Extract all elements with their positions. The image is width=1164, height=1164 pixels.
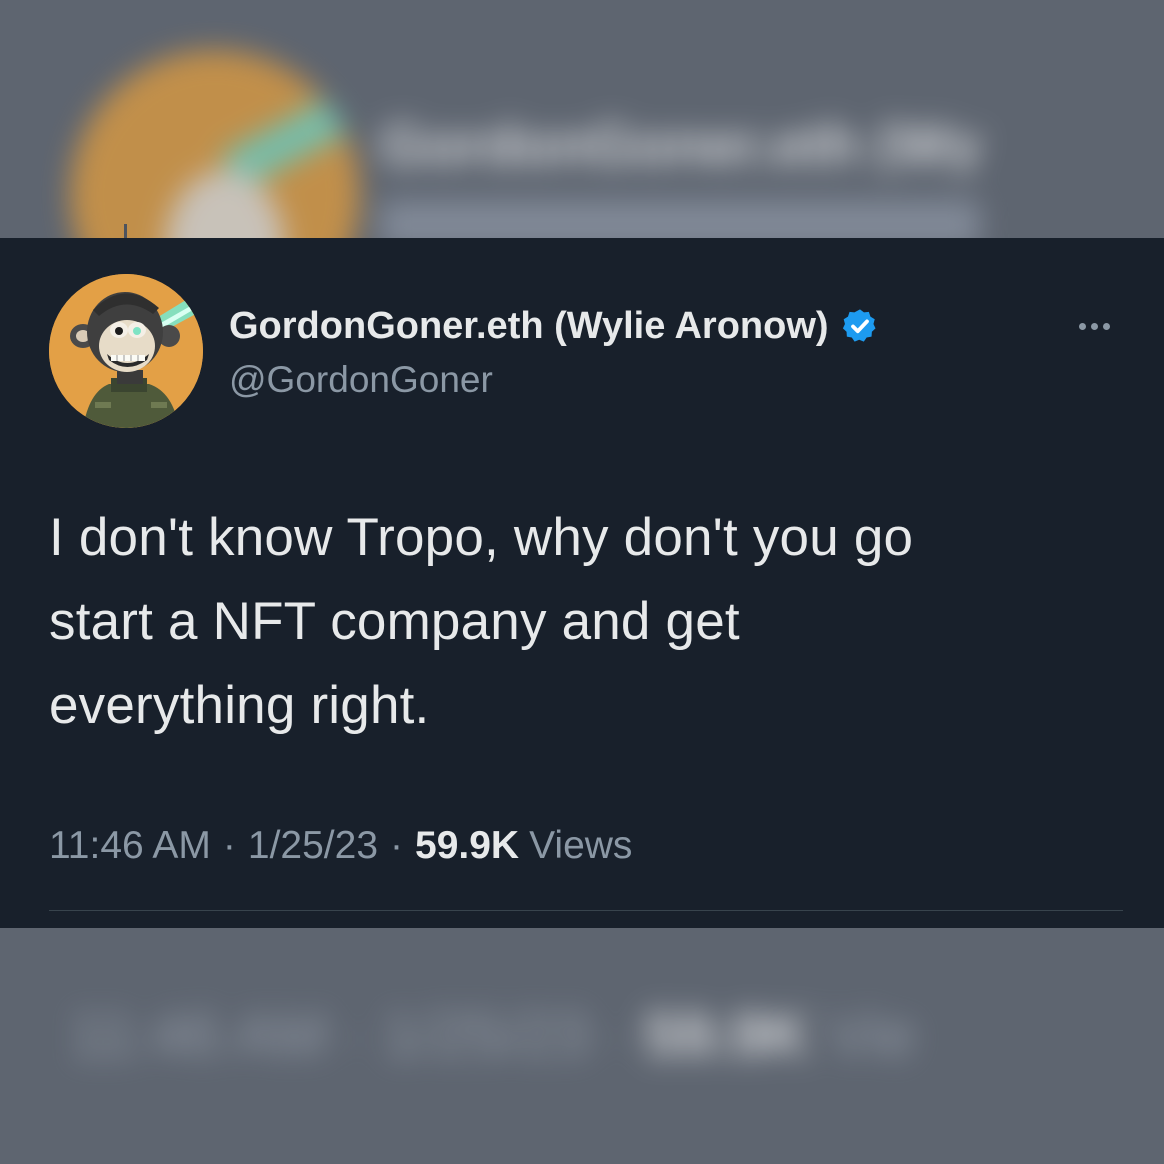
tweet-text-line: everything right. — [49, 676, 430, 735]
divider — [49, 910, 1123, 911]
views-label[interactable]: Views — [529, 824, 632, 868]
backdrop-time: 11:46 AM — [70, 1001, 328, 1070]
more-options-icon — [1090, 322, 1098, 330]
tweet-card: GordonGoner.eth (Wylie Aronow) @GordonGo… — [0, 238, 1164, 928]
backdrop-views-count: 59.9K — [644, 1001, 810, 1070]
author-handle[interactable]: @GordonGoner — [229, 358, 493, 402]
more-options-icon — [1102, 322, 1110, 330]
bored-ape-avatar-icon — [49, 274, 203, 428]
author-name-row: GordonGoner.eth (Wylie Aronow) — [229, 304, 879, 348]
tweet-text: I don't know Tropo, why don't you go sta… — [49, 496, 1119, 748]
views-count[interactable]: 59.9K — [415, 824, 519, 868]
more-options-button[interactable] — [1066, 308, 1122, 344]
tweet-date[interactable]: 1/25/23 — [248, 824, 378, 868]
backdrop-meta-row: 11:46 AM · 1/25/23 · 59.9K Vie — [70, 1000, 1164, 1070]
tweet-time[interactable]: 11:46 AM — [49, 824, 211, 868]
backdrop-separator: · — [606, 1001, 628, 1070]
screenshot-stage: GordonGoner.eth (Wy 11:46 AM · 1/25/23 ·… — [0, 0, 1164, 1164]
backdrop-date: 1/25/23 — [382, 1001, 590, 1070]
meta-separator: · — [390, 824, 404, 867]
meta-separator: · — [222, 824, 236, 867]
tweet-text-line: start a NFT company and get — [49, 592, 740, 651]
backdrop-separator: · — [344, 1001, 366, 1070]
verified-badge-icon — [842, 309, 876, 342]
more-options-icon — [1078, 322, 1086, 330]
author-avatar[interactable] — [49, 274, 203, 428]
tweet-text-line: I don't know Tropo, why don't you go — [49, 508, 914, 567]
backdrop-author-name: GordonGoner.eth (Wy — [380, 113, 982, 174]
backdrop-laser-beam — [221, 70, 360, 190]
backdrop-views-label: Vie — [827, 1001, 916, 1070]
author-display-name[interactable]: GordonGoner.eth (Wylie Aronow) — [229, 304, 829, 348]
tweet-meta-row: 11:46 AM · 1/25/23 · 59.9K Views — [49, 821, 632, 871]
